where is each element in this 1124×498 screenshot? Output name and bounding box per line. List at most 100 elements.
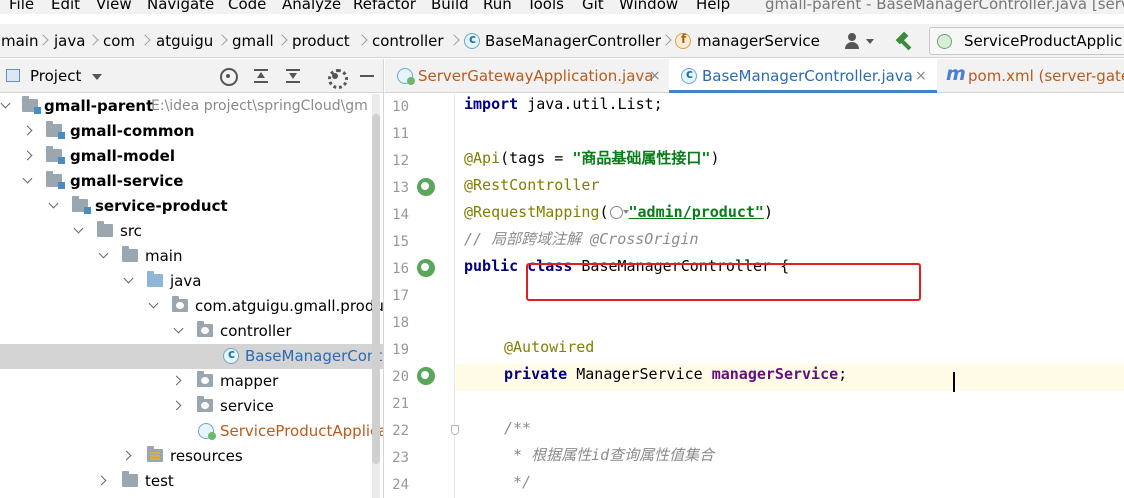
chevron-down-icon[interactable] xyxy=(175,327,183,335)
menu-bar: File Edit View Navigate Code Analyze Ref… xyxy=(0,0,1124,14)
close-icon[interactable]: × xyxy=(649,67,661,85)
spring-bean-icon[interactable] xyxy=(417,178,435,196)
tab-pom-xml[interactable]: pom.xml (server-gate xyxy=(938,59,1124,93)
tree-item-base-manager-controller[interactable]: BaseManagerContr xyxy=(0,344,383,369)
window-title: gmall-parent - BaseManagerController.jav… xyxy=(765,0,1124,13)
chevron-right-icon[interactable] xyxy=(24,152,32,160)
spring-bean-icon[interactable] xyxy=(417,259,435,277)
chevron-down-icon[interactable] xyxy=(866,39,874,44)
chevron-down-icon[interactable] xyxy=(50,202,58,210)
menu-file[interactable]: File xyxy=(9,0,34,14)
chevron-right-icon[interactable] xyxy=(173,402,181,410)
gear-icon[interactable] xyxy=(326,67,348,89)
breadcrumb-com[interactable]: com xyxy=(103,31,135,51)
chevron-right-icon[interactable] xyxy=(98,477,106,485)
code-token: /** xyxy=(504,419,532,437)
project-title[interactable]: Project xyxy=(30,66,81,86)
tree-item-gmall-common[interactable]: gmall-common xyxy=(0,119,383,144)
menu-git[interactable]: Git xyxy=(582,0,604,14)
tree-item-gmall-service[interactable]: gmall-service xyxy=(0,169,383,194)
breadcrumb-gmall[interactable]: gmall xyxy=(232,31,274,51)
tree-item-service-product[interactable]: service-product xyxy=(0,194,383,219)
chevron-down-icon[interactable] xyxy=(150,302,158,310)
annotation-highlight-box xyxy=(526,263,921,301)
tab-label: pom.xml (server-gate xyxy=(968,67,1124,85)
menu-view[interactable]: View xyxy=(96,0,132,14)
tree-item-service-product-application[interactable]: ServiceProductApplica xyxy=(0,419,383,444)
chevron-down-icon[interactable] xyxy=(75,227,83,235)
chevron-down-icon[interactable] xyxy=(125,277,133,285)
autowired-bean-icon[interactable] xyxy=(417,367,435,385)
breadcrumb-separator-icon xyxy=(358,32,368,50)
project-scrollbar[interactable] xyxy=(372,94,380,498)
close-icon[interactable]: × xyxy=(915,67,927,85)
build-hammer-icon[interactable] xyxy=(895,32,915,52)
navigation-bar: main java com atguigu gmall product cont… xyxy=(0,24,1124,58)
hide-icon[interactable] xyxy=(358,67,376,85)
line-number: 20 xyxy=(392,369,409,385)
code-line-20: private ManagerService managerService; xyxy=(456,364,1124,391)
user-icon[interactable] xyxy=(843,32,861,50)
breadcrumb-controller[interactable]: controller xyxy=(372,31,444,51)
chevron-down-icon[interactable] xyxy=(2,102,10,110)
breadcrumb-separator-icon xyxy=(662,32,672,50)
code-area[interactable]: import java.util.List; @Api(tags = "商品基础… xyxy=(456,94,1124,498)
tree-item-package[interactable]: com.atguigu.gmall.produc xyxy=(0,294,383,319)
tree-item-resources[interactable]: resources xyxy=(0,444,383,469)
tree-item-main[interactable]: main xyxy=(0,244,383,269)
scrollbar-thumb[interactable] xyxy=(372,114,380,464)
line-number: 11 xyxy=(392,126,409,142)
code-line-14: @RequestMapping("admin/product") xyxy=(456,202,1124,229)
locate-icon[interactable] xyxy=(219,67,238,86)
breadcrumb-main[interactable]: main xyxy=(1,31,38,51)
tab-server-gateway-application[interactable]: ServerGatewayApplication.java × xyxy=(385,59,668,93)
code-token: * 根据属性id查询属性值集合 xyxy=(504,446,715,464)
menu-code[interactable]: Code xyxy=(228,0,266,14)
line-number: 24 xyxy=(392,477,409,493)
editor-gutter[interactable]: 10 11 12 13 14 15 16 17 18 19 20 21 22 2… xyxy=(385,94,459,498)
tree-item-java[interactable]: java xyxy=(0,269,383,294)
tree-item-gmall-model[interactable]: gmall-model xyxy=(0,144,383,169)
menu-navigate[interactable]: Navigate xyxy=(147,0,214,14)
breadcrumb-separator-icon xyxy=(141,32,151,50)
code-token: "商品基础属性接口" xyxy=(572,149,711,167)
tree-item-test[interactable]: test xyxy=(0,469,383,494)
folder-icon xyxy=(97,221,113,237)
breadcrumb-product[interactable]: product xyxy=(292,31,350,51)
run-configuration-selector[interactable]: ServiceProductApplic xyxy=(929,27,1124,55)
chevron-down-icon[interactable] xyxy=(24,177,32,185)
tree-item-src[interactable]: src xyxy=(0,219,383,244)
breadcrumb-class[interactable]: BaseManagerController xyxy=(485,31,661,51)
code-token: private xyxy=(504,365,568,383)
menu-tools[interactable]: Tools xyxy=(527,0,564,14)
chevron-down-icon[interactable] xyxy=(92,74,102,80)
code-token: import xyxy=(464,95,519,113)
breadcrumb-field[interactable]: managerService xyxy=(697,31,820,51)
menu-help[interactable]: Help xyxy=(696,0,730,14)
source-folder-icon xyxy=(147,271,163,287)
breadcrumb-java[interactable]: java xyxy=(54,31,85,51)
chevron-right-icon[interactable] xyxy=(173,377,181,385)
menu-analyze[interactable]: Analyze xyxy=(282,0,341,14)
url-inlay-icon[interactable] xyxy=(609,205,629,219)
collapse-all-icon[interactable] xyxy=(284,67,302,85)
menu-build[interactable]: Build xyxy=(431,0,469,14)
tab-base-manager-controller[interactable]: BaseManagerController.java × xyxy=(669,59,937,93)
menu-edit[interactable]: Edit xyxy=(51,0,80,14)
tree-item-gmall-parent[interactable]: gmall-parent E:\idea project\springCloud… xyxy=(0,94,383,119)
menu-refactor[interactable]: Refactor xyxy=(353,0,416,14)
breadcrumb-atguigu[interactable]: atguigu xyxy=(156,31,213,51)
menu-window[interactable]: Window xyxy=(619,0,678,14)
chevron-right-icon[interactable] xyxy=(123,452,131,460)
tree-item-controller[interactable]: controller xyxy=(0,319,383,344)
tree-item-service[interactable]: service xyxy=(0,394,383,419)
menu-run[interactable]: Run xyxy=(483,0,512,14)
package-icon xyxy=(172,296,188,312)
package-icon xyxy=(197,396,213,412)
expand-all-icon[interactable] xyxy=(252,67,270,85)
code-line-19: @Autowired xyxy=(456,337,1124,364)
tree-item-mapper[interactable]: mapper xyxy=(0,369,383,394)
run-configuration-label: ServiceProductApplic xyxy=(964,32,1123,50)
chevron-down-icon[interactable] xyxy=(100,252,108,260)
chevron-right-icon[interactable] xyxy=(24,127,32,135)
